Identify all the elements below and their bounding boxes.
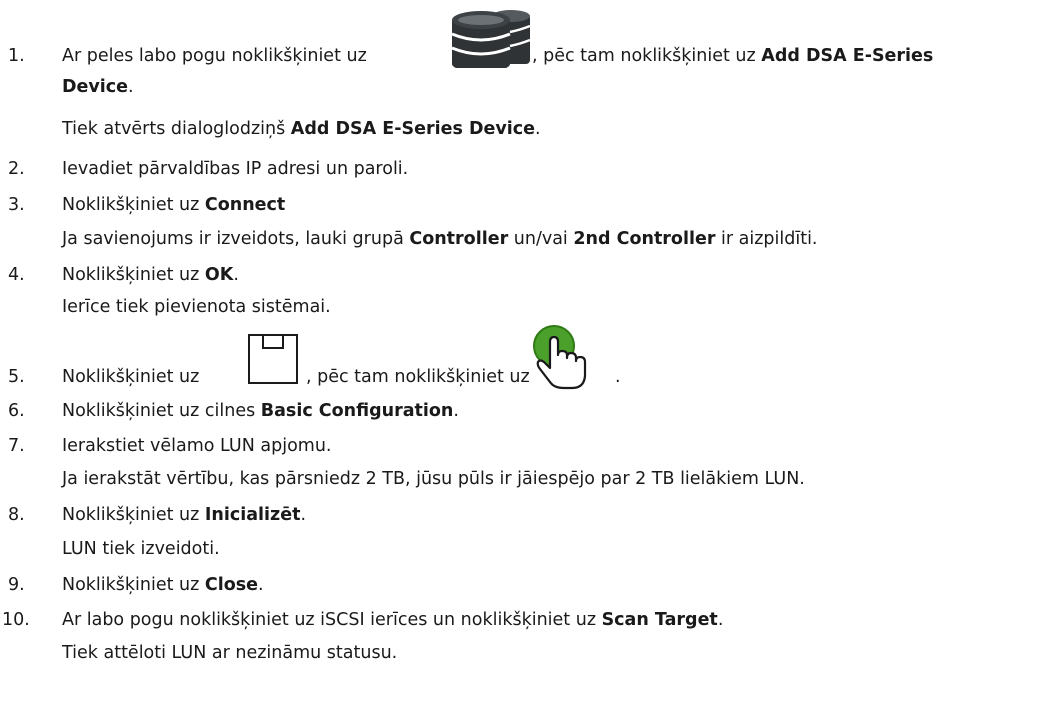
step-8-result: LUN tiek izveidoti. [62,539,220,559]
step-10-result: Tiek attēloti LUN ar nezināmu statusu. [62,643,398,663]
step-4-line-1: Noklikšķiniet uz OK. [62,265,239,285]
step-9-line-1: Noklikšķiniet uz Close. [62,575,264,595]
step-5-line-1-cont: , pēc tam noklikšķiniet uz [306,367,530,387]
storage-database-icon [451,10,531,68]
step-8-line-1: Noklikšķiniet uz Inicializēt. [62,505,307,525]
step-number: 9. [8,575,25,595]
step-number: 2. [8,159,25,179]
activate-hand-icon [533,325,587,390]
step-number: 3. [8,195,25,215]
step-number: 4. [8,265,25,285]
step-10-line-1: Ar labo pogu noklikšķiniet uz iSCSI ierī… [62,610,724,630]
step-number: 7. [8,436,25,456]
step-number: 10. [2,610,30,630]
step-number: 5. [8,367,25,387]
step-number: 1. [8,46,25,66]
step-number: 6. [8,401,25,421]
step-6-line-1: Noklikšķiniet uz cilnes Basic Configurat… [62,401,459,421]
step-7-note: Ja ierakstāt vērtību, kas pārsniedz 2 TB… [62,469,805,489]
step-3-line-1: Noklikšķiniet uz Connect [62,195,286,215]
step-5-line-1-end: . [615,367,621,387]
step-1-line-2: Device. [62,77,134,97]
step-1-line-1-cont: , pēc tam noklikšķiniet uz Add DSA E-Ser… [532,46,934,66]
step-2-line-1: Ievadiet pārvaldības IP adresi un paroli… [62,159,409,179]
step-1-line-1: Ar peles labo pogu noklikšķiniet uz [62,46,367,66]
step-4-result: Ierīce tiek pievienota sistēmai. [62,297,331,317]
step-1-result: Tiek atvērts dialoglodziņš Add DSA E-Ser… [62,119,541,139]
save-icon [248,334,298,384]
step-3-result: Ja savienojums ir izveidots, lauki grupā… [62,229,818,249]
step-number: 8. [8,505,25,525]
step-7-line-1: Ierakstiet vēlamo LUN apjomu. [62,436,332,456]
step-5-line-1: Noklikšķiniet uz [62,367,200,387]
